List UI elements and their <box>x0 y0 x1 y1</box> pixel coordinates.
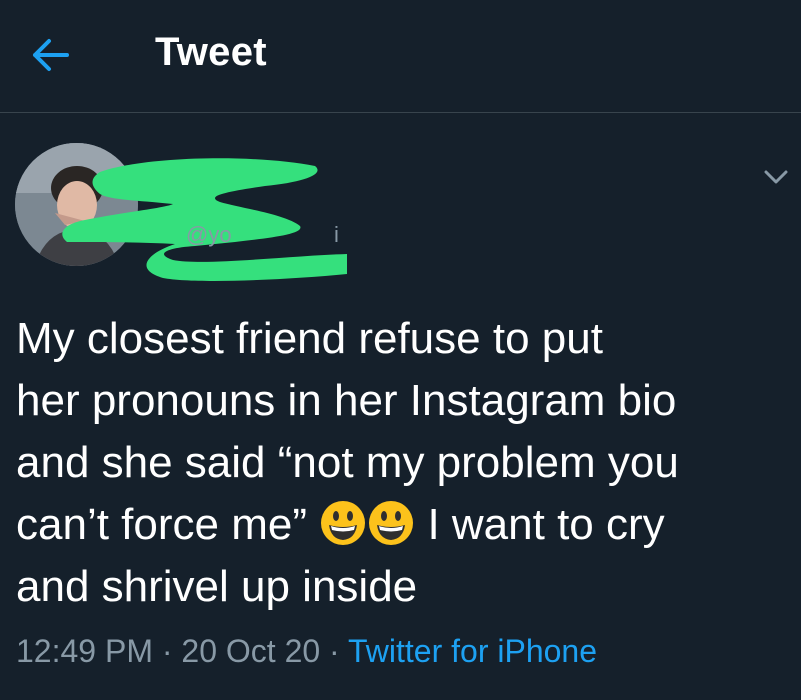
handle-fragment: @yo <box>186 222 232 247</box>
tweet-line: her pronouns in her Instagram bio <box>16 376 677 425</box>
tweet-line: My closest friend refuse to put <box>16 314 603 363</box>
tweet-date: 20 Oct 20 <box>181 633 321 669</box>
tweet-line-part: can’t force me” <box>16 500 307 549</box>
tweet-line: and shrivel up inside <box>16 562 418 611</box>
back-button[interactable] <box>28 32 74 78</box>
tweet-time: 12:49 PM <box>16 633 153 669</box>
tweet-line-part: I want to cry <box>427 500 665 549</box>
arrow-left-icon <box>33 39 69 71</box>
name-redaction <box>62 158 347 281</box>
grinning-face-emoji <box>321 501 366 545</box>
tweet-source-link[interactable]: Twitter for iPhone <box>348 633 597 669</box>
tweet-meta: 12:49 PM · 20 Oct 20 · Twitter for iPhon… <box>16 633 597 670</box>
tweet-line: and she said “not my problem you <box>16 438 679 487</box>
tweet-line: can’t force me” I want to cry <box>16 494 791 556</box>
grinning-face-emoji <box>369 501 414 545</box>
tweet-text: My closest friend refuse to put her pron… <box>16 308 791 618</box>
meta-separator: · <box>320 633 349 669</box>
page-title: Tweet <box>155 30 267 74</box>
top-bar: Tweet <box>0 0 801 113</box>
more-options-button[interactable] <box>756 160 796 194</box>
chevron-down-icon <box>764 170 788 184</box>
meta-separator: · <box>152 633 182 669</box>
handle-tail: i <box>334 222 339 247</box>
